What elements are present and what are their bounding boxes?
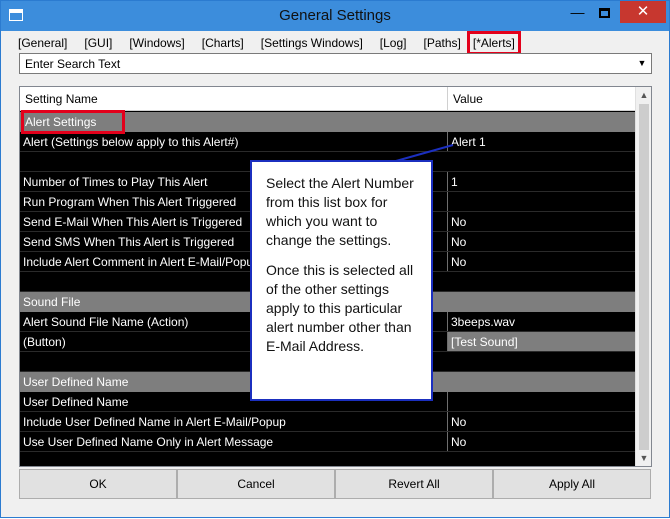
search-combo[interactable]: ▼ xyxy=(19,53,652,74)
maximize-button[interactable] xyxy=(591,1,618,23)
tab-log[interactable]: [Log] xyxy=(378,34,409,52)
table-row[interactable]: Use User Defined Name Only in Alert Mess… xyxy=(20,432,635,452)
grid-header: Setting Name Value xyxy=(20,87,635,111)
scroll-down-arrow-icon[interactable]: ▼ xyxy=(636,450,651,466)
tab-gui[interactable]: [GUI] xyxy=(82,34,114,52)
tab-general[interactable]: [General] xyxy=(16,34,69,52)
tab-windows[interactable]: [Windows] xyxy=(127,34,186,52)
column-header-setting-name[interactable]: Setting Name xyxy=(25,87,98,111)
tab-settings-windows[interactable]: [Settings Windows] xyxy=(259,34,365,52)
scroll-thumb[interactable] xyxy=(639,104,649,450)
search-input[interactable] xyxy=(20,54,632,73)
tab-charts[interactable]: [Charts] xyxy=(200,34,246,52)
row-name: Alert (Settings below apply to this Aler… xyxy=(23,135,239,149)
tab-paths[interactable]: [Paths] xyxy=(422,34,463,52)
maximize-icon xyxy=(599,8,610,19)
row-value[interactable]: No xyxy=(451,432,466,452)
section-row-alert-settings[interactable]: Alert Settings xyxy=(20,110,635,134)
minimize-button[interactable]: — xyxy=(564,1,591,23)
scroll-up-arrow-icon[interactable]: ▲ xyxy=(636,87,651,103)
table-row[interactable]: Alert (Settings below apply to this Aler… xyxy=(20,132,635,152)
callout-paragraph-1: Select the Alert Number from this list b… xyxy=(266,175,414,248)
column-divider[interactable] xyxy=(447,87,448,111)
row-value[interactable]: 3beeps.wav xyxy=(451,312,515,332)
callout-paragraph-2: Once this is selected all of the other s… xyxy=(266,262,414,354)
row-value[interactable]: No xyxy=(451,232,466,252)
row-name: Include User Defined Name in Alert E-Mai… xyxy=(23,415,286,429)
revert-all-button[interactable]: Revert All xyxy=(335,469,493,499)
tab-alerts[interactable]: [*Alerts] xyxy=(466,31,521,55)
apply-all-button[interactable]: Apply All xyxy=(493,469,651,499)
test-sound-button[interactable]: [Test Sound] xyxy=(448,332,635,352)
column-header-value[interactable]: Value xyxy=(453,87,483,111)
vertical-scrollbar[interactable]: ▲ ▼ xyxy=(635,87,651,466)
help-callout: Select the Alert Number from this list b… xyxy=(250,160,433,401)
title-bar[interactable]: General Settings — ✕ xyxy=(1,1,669,31)
close-button[interactable]: ✕ xyxy=(620,1,666,23)
row-value[interactable]: No xyxy=(451,412,466,432)
table-row[interactable]: Include User Defined Name in Alert E-Mai… xyxy=(20,412,635,432)
row-name: Alert Settings xyxy=(21,110,125,134)
ok-button[interactable]: OK xyxy=(19,469,177,499)
row-value[interactable]: 1 xyxy=(451,172,458,192)
settings-tabs: [General] [GUI] [Windows] [Charts] [Sett… xyxy=(16,31,531,55)
alert-number-select[interactable]: Alert 1 xyxy=(451,132,486,152)
dialog-buttons: OK Cancel Revert All Apply All xyxy=(19,469,652,499)
row-name: Use User Defined Name Only in Alert Mess… xyxy=(23,435,274,449)
chevron-down-icon[interactable]: ▼ xyxy=(635,54,649,73)
cancel-button[interactable]: Cancel xyxy=(177,469,335,499)
table-row[interactable] xyxy=(20,452,635,466)
row-value[interactable]: No xyxy=(451,252,466,272)
settings-window: General Settings — ✕ [General] [GUI] [Wi… xyxy=(0,0,670,518)
row-value[interactable]: No xyxy=(451,212,466,232)
